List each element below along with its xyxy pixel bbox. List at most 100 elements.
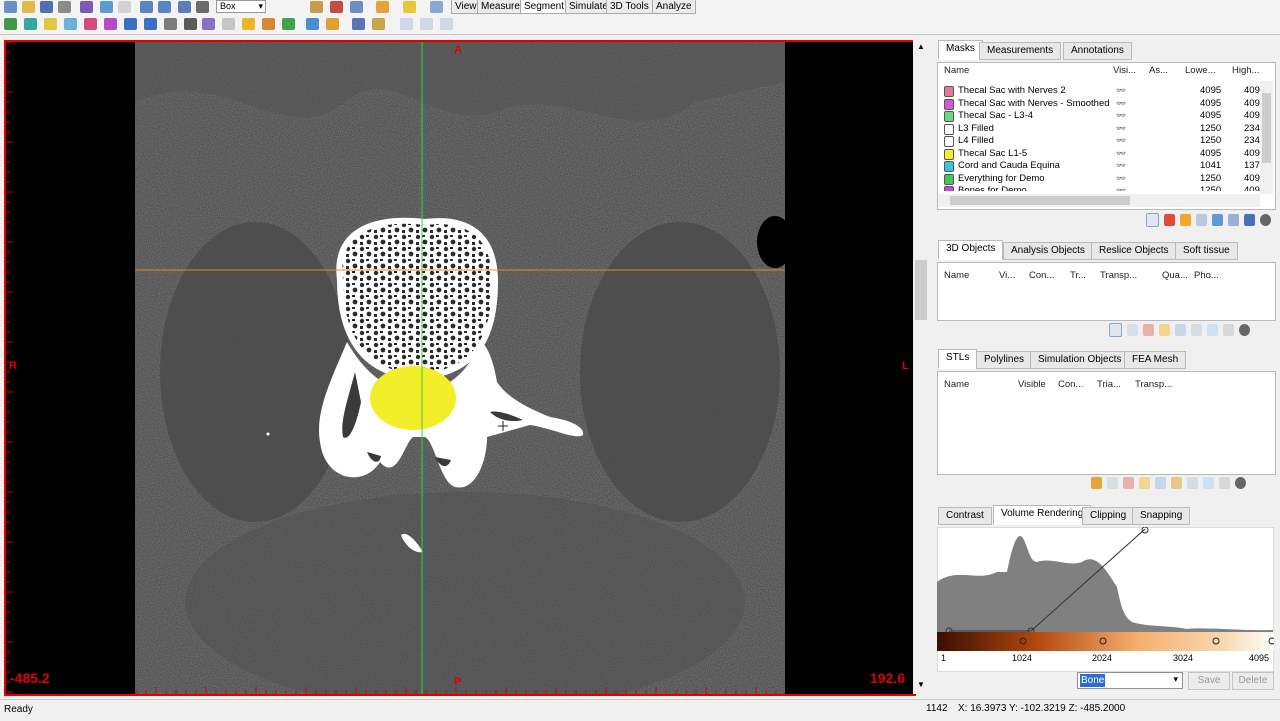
save-icon[interactable] [40, 1, 53, 13]
mask-color-swatch[interactable] [944, 98, 954, 110]
delete-object-icon[interactable] [1143, 324, 1154, 336]
mask-row[interactable]: L4 Filled 👓 1250 234 [938, 135, 1260, 148]
col-higher[interactable]: High... [1232, 63, 1259, 79]
tab-measurements[interactable]: Measurements [979, 42, 1062, 60]
eraser-icon[interactable] [1228, 214, 1239, 226]
tools-icon[interactable] [440, 18, 453, 30]
copy-icon[interactable] [100, 1, 113, 13]
mask-color-swatch[interactable] [944, 161, 954, 172]
delete-stl-icon[interactable] [1123, 477, 1134, 490]
axial-slice-viewport[interactable]: A P R L -485.2 192.6 [4, 40, 916, 696]
mask-color-swatch[interactable] [944, 111, 954, 122]
move-stl-icon[interactable] [1203, 477, 1214, 490]
col-lower[interactable]: Lowe... [1185, 63, 1216, 79]
open-folder-icon[interactable] [22, 1, 35, 13]
scroll-down-icon[interactable]: ▼ [917, 680, 925, 689]
copy-object-icon[interactable] [1127, 324, 1138, 336]
col-name[interactable]: Name [944, 377, 969, 393]
shield-icon[interactable] [1244, 214, 1255, 226]
tab-3d-objects[interactable]: 3D Objects [938, 240, 1004, 260]
shield-icon[interactable] [352, 18, 365, 30]
region-grow-icon[interactable] [44, 18, 57, 30]
fit-view-icon[interactable] [350, 1, 363, 13]
export-mask-icon[interactable] [1212, 214, 1223, 226]
visibility-icon[interactable]: 👓 [1116, 110, 1126, 123]
new-object-icon[interactable] [1109, 323, 1122, 337]
export-stl-icon[interactable] [1155, 477, 1166, 490]
delete-mask-icon[interactable] [1164, 214, 1175, 226]
reset-stl-icon[interactable] [1219, 477, 1230, 490]
mask-icon[interactable] [84, 18, 97, 30]
pencil-icon[interactable] [184, 18, 197, 30]
import-stl-icon[interactable] [1091, 477, 1102, 490]
col-transp[interactable]: Transp... [1135, 377, 1172, 393]
delete-preset-button[interactable]: Delete [1232, 672, 1274, 690]
shape-dropdown[interactable]: Box ▾ [216, 0, 266, 13]
copy-stl-icon[interactable] [1107, 477, 1118, 490]
redo-icon[interactable] [158, 1, 171, 13]
tag-icon[interactable] [372, 18, 385, 30]
merge-object-icon[interactable] [1191, 324, 1202, 336]
menu-tab-analyze[interactable]: Analyze [652, 0, 696, 14]
tab-reslice-objects[interactable]: Reslice Objects [1091, 242, 1177, 260]
scroll-up-icon[interactable]: ▲ [917, 42, 925, 51]
col-con[interactable]: Con... [1058, 377, 1083, 393]
tab-masks[interactable]: Masks [938, 40, 983, 60]
col-assign[interactable]: As... [1149, 63, 1168, 79]
mask-color-swatch[interactable] [944, 173, 954, 185]
wrap-icon[interactable] [124, 18, 137, 30]
move-object-icon[interactable] [1207, 324, 1218, 336]
visibility-icon[interactable]: 👓 [1116, 123, 1126, 136]
visibility-icon[interactable]: 👓 [1116, 98, 1126, 111]
mask-color-swatch[interactable] [944, 186, 954, 191]
col-transp[interactable]: Transp... [1100, 268, 1137, 284]
multi-slice-icon[interactable] [104, 18, 117, 30]
tab-stls[interactable]: STLs [938, 349, 978, 369]
undo-icon[interactable] [140, 1, 153, 13]
mask-row[interactable]: Thecal Sac with Nerves - Smoothed 👓 4095 40… [938, 98, 1260, 111]
duplicate-mask-icon[interactable] [1180, 214, 1191, 226]
menu-tab-measure[interactable]: Measure [477, 0, 524, 14]
visibility-icon[interactable]: 👓 [1116, 160, 1126, 173]
copy-mask-icon[interactable] [400, 18, 413, 30]
save-preset-button[interactable]: Save [1188, 672, 1230, 690]
menu-tab-3d-tools[interactable]: 3D Tools [606, 0, 653, 14]
mask-row[interactable]: Bones for Demo 👓 1250 409 [938, 185, 1260, 191]
mask-row[interactable]: Cord and Cauda Equina 👓 1041 137 [938, 160, 1260, 173]
menu-tab-simulate[interactable]: Simulate [565, 0, 612, 14]
preset-select[interactable]: Bone ▾ [1077, 672, 1183, 689]
col-vi[interactable]: Vi... [999, 268, 1015, 284]
mask-color-swatch[interactable] [944, 136, 954, 147]
document-icon[interactable] [430, 1, 443, 13]
col-name[interactable]: Name [944, 268, 969, 284]
import-icon[interactable] [80, 1, 93, 13]
tab-contrast[interactable]: Contrast [938, 507, 992, 525]
tab-clipping[interactable]: Clipping [1082, 507, 1135, 525]
morphology-icon[interactable] [242, 18, 255, 30]
col-visible[interactable]: Visible [1018, 377, 1046, 393]
col-qua[interactable]: Qua... [1162, 268, 1188, 284]
col-tr[interactable]: Tr... [1070, 268, 1086, 284]
rotate-icon[interactable] [178, 1, 191, 13]
tab-soft-tissue[interactable]: Soft tissue [1175, 242, 1238, 260]
mask-color-swatch[interactable] [944, 123, 954, 135]
threshold-icon[interactable] [24, 18, 37, 30]
duplicate-stl-icon[interactable] [1139, 477, 1150, 490]
clear-icon[interactable] [330, 1, 343, 13]
visibility-icon[interactable]: 👓 [1116, 148, 1126, 161]
calculate-part-icon[interactable] [326, 18, 339, 30]
visibility-icon[interactable]: 👓 [1116, 135, 1126, 148]
masks-vscroll-thumb[interactable] [1262, 93, 1271, 163]
col-tria[interactable]: Tria... [1097, 377, 1121, 393]
pan-icon[interactable] [196, 1, 209, 13]
crop-icon[interactable] [222, 18, 235, 30]
split-icon[interactable] [64, 18, 77, 30]
volume-rendering-histogram[interactable] [937, 527, 1274, 672]
boolean-icon[interactable] [262, 18, 275, 30]
cavity-fill-icon[interactable] [144, 18, 157, 30]
ct-slice-image[interactable] [135, 42, 785, 694]
more-options-icon[interactable] [1239, 324, 1250, 336]
more-options-icon[interactable] [1235, 477, 1246, 490]
mask-row[interactable]: Thecal Sac L1-5 👓 4095 409 [938, 148, 1260, 161]
duplicate-object-icon[interactable] [1159, 324, 1170, 336]
